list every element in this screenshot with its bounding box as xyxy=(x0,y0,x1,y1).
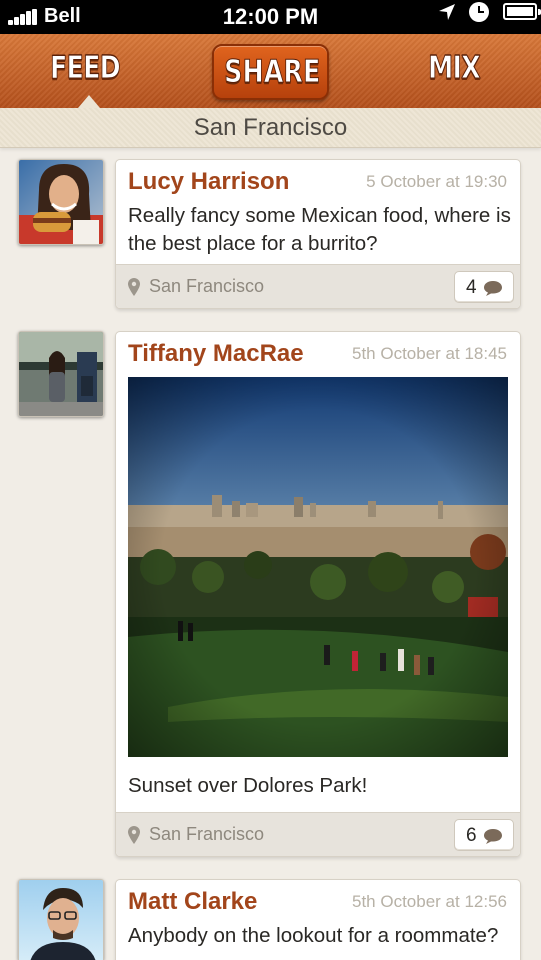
post-author[interactable]: Lucy Harrison xyxy=(128,168,289,196)
map-pin-icon xyxy=(128,278,140,296)
post-timestamp: 5 October at 19:30 xyxy=(366,172,507,191)
comment-count: 6 xyxy=(466,825,477,846)
location-arrow-icon xyxy=(439,4,455,20)
post-text: Really fancy some Mexican food, where is… xyxy=(128,204,511,255)
post-footer: San Francisco 4 xyxy=(116,264,520,308)
avatar-matt-clarke[interactable] xyxy=(18,879,104,960)
battery-icon xyxy=(503,3,541,20)
avatar-lucy-harrison[interactable] xyxy=(18,159,104,245)
post-card-matt-clarke[interactable]: Matt Clarke 5th October at 12:56 Anybody… xyxy=(115,879,521,960)
post-timestamp: 5th October at 18:45 xyxy=(352,344,507,363)
location-header[interactable]: San Francisco xyxy=(0,108,541,148)
map-pin-icon xyxy=(128,826,140,844)
post-location: San Francisco xyxy=(149,276,265,296)
tab-feed[interactable]: FEED xyxy=(50,50,122,87)
post-timestamp: 5th October at 12:56 xyxy=(352,892,507,911)
speech-bubble-icon xyxy=(484,281,502,296)
location-header-label: San Francisco xyxy=(193,114,348,141)
comments-button[interactable]: 6 xyxy=(454,819,514,851)
post-card-tiffany-macrae[interactable]: Tiffany MacRae 5th October at 18:45 Suns… xyxy=(115,331,521,857)
speech-bubble-icon xyxy=(484,829,502,844)
post-photo[interactable] xyxy=(128,377,508,757)
post-text: Anybody on the lookout for a roommate? xyxy=(128,924,499,947)
status-bar: Bell 12:00 PM xyxy=(0,0,541,34)
post-location: San Francisco xyxy=(149,824,265,844)
avatar-tiffany-macrae[interactable] xyxy=(18,331,104,417)
share-button-label: SHARE xyxy=(224,54,321,91)
tab-mix[interactable]: MIX xyxy=(428,50,482,87)
post-footer: San Francisco 6 xyxy=(116,812,520,856)
status-time: 12:00 PM xyxy=(222,4,319,29)
post-text: Sunset over Dolores Park! xyxy=(128,774,368,797)
active-tab-indicator xyxy=(78,95,100,108)
post-author[interactable]: Tiffany MacRae xyxy=(128,340,304,368)
share-button[interactable]: SHARE xyxy=(212,44,329,100)
clock-icon xyxy=(469,2,489,22)
comments-button[interactable]: 4 xyxy=(454,271,514,303)
post-author[interactable]: Matt Clarke xyxy=(128,888,257,916)
comment-count: 4 xyxy=(466,277,477,298)
post-card-lucy-harrison[interactable]: Lucy Harrison 5 October at 19:30 Really … xyxy=(115,159,521,309)
